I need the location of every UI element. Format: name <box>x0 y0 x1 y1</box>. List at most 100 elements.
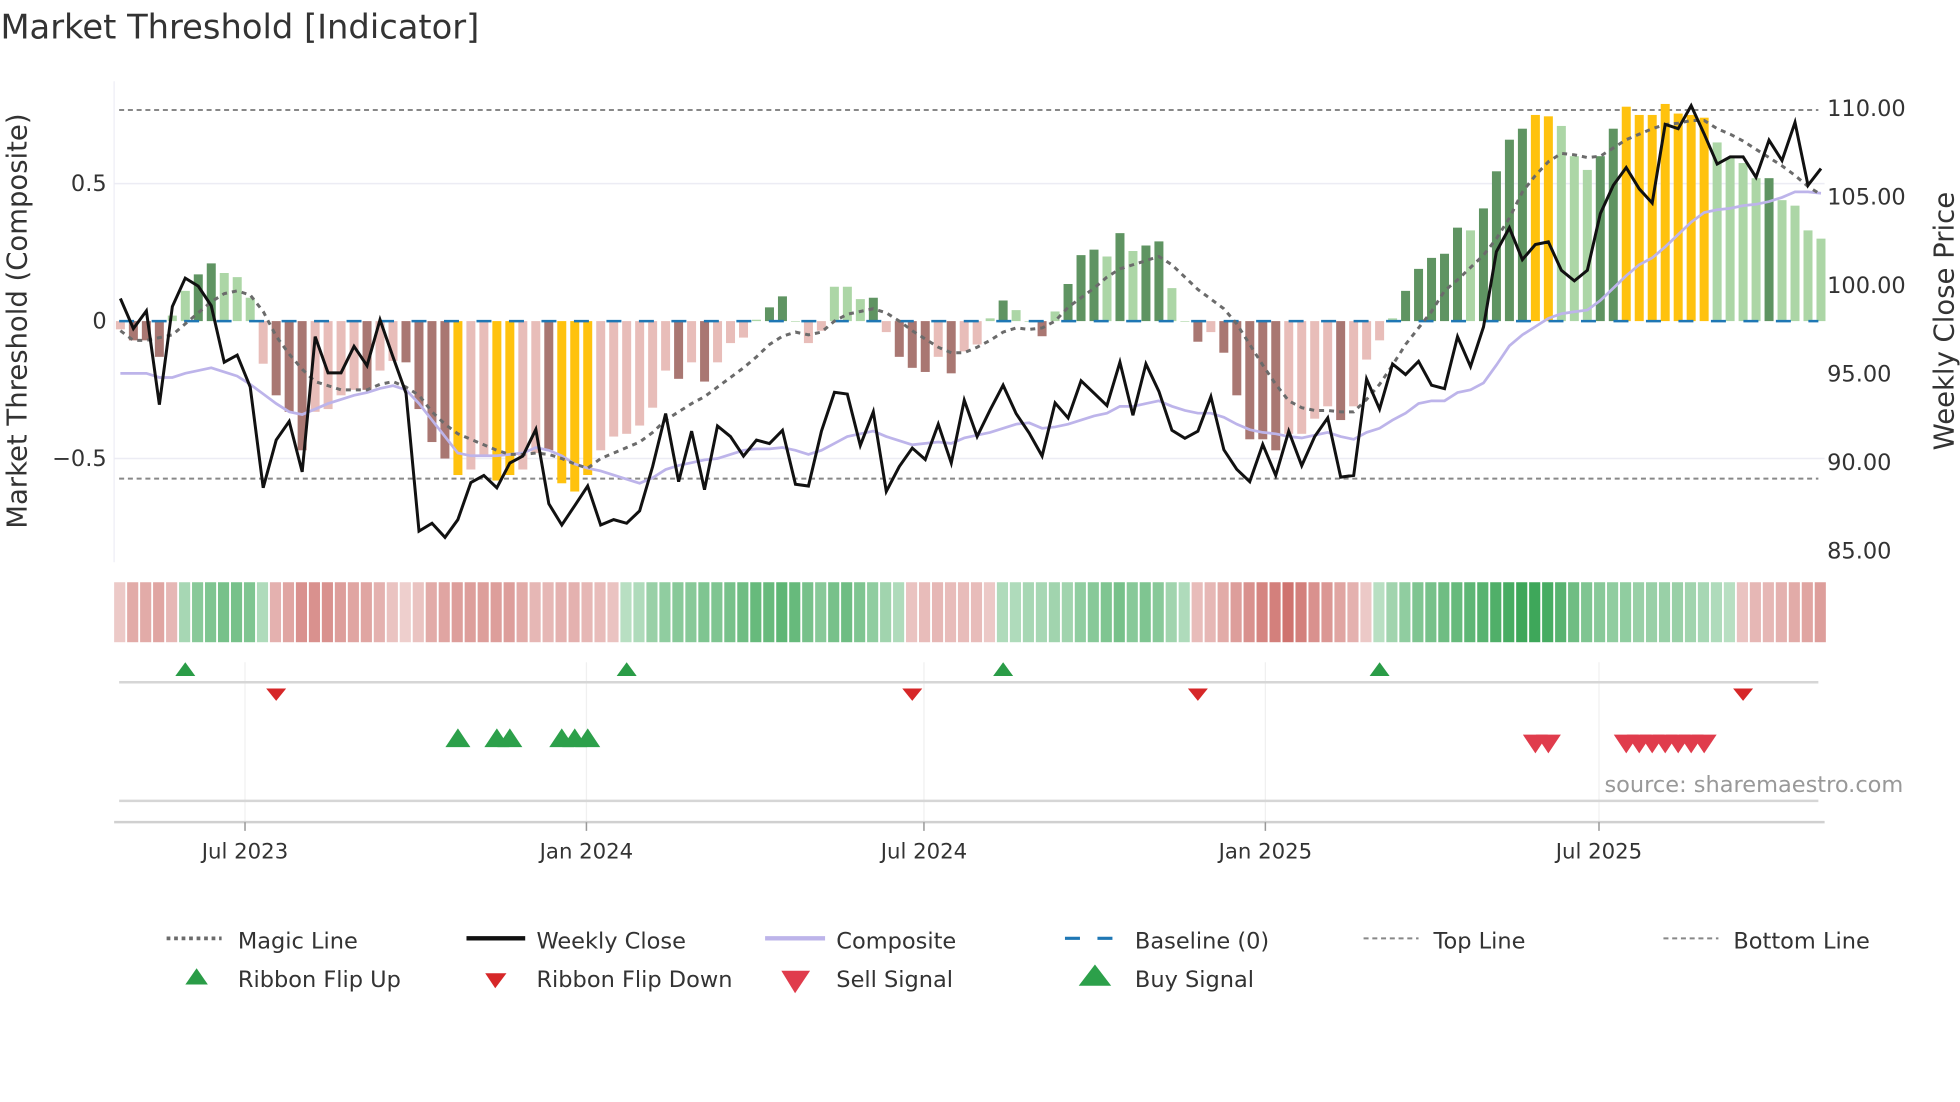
composite-bar <box>1115 233 1125 322</box>
composite-bar <box>1414 268 1424 322</box>
ribbon-cell <box>802 582 814 643</box>
ribbon-cell <box>1074 582 1086 643</box>
ribbon-flip-up-marker <box>993 662 1014 676</box>
ribbon-cell <box>153 582 165 643</box>
triangle-down-icon <box>781 970 811 994</box>
x-tick-label: Jul 2024 <box>879 839 967 864</box>
right-tick-label: 105.00 <box>1827 185 1906 211</box>
ribbon-cell <box>490 582 502 643</box>
ribbon-cell <box>685 582 697 643</box>
ribbon-cell <box>1477 582 1489 643</box>
ribbon-cell <box>1503 582 1515 643</box>
ribbon-cell <box>1126 582 1138 643</box>
composite-bar <box>1712 142 1722 322</box>
ribbon-cell <box>659 582 671 643</box>
ribbon-cell <box>217 582 230 643</box>
ribbon-cell <box>672 582 684 643</box>
ribbon-cell <box>594 582 606 643</box>
legend-item-sell-signal[interactable]: Sell Signal <box>781 967 953 994</box>
ribbon-cell <box>230 582 243 643</box>
ribbon-cell <box>295 582 308 643</box>
ribbon-cell <box>1542 582 1554 643</box>
composite-bar <box>609 321 619 437</box>
legend-item-buy-signal[interactable]: Buy Signal <box>1078 964 1254 993</box>
composite-bar <box>1375 321 1385 341</box>
ribbon-cell <box>1139 582 1151 643</box>
legend-item-ribbon-flip-up[interactable]: Ribbon Flip Up <box>185 967 401 993</box>
right-axis-title: Weekly Close Price <box>1928 192 1960 450</box>
ribbon-cell <box>1425 582 1437 643</box>
ribbon-cell <box>789 582 801 643</box>
composite-bar <box>1011 310 1021 322</box>
composite-bar <box>1258 321 1268 440</box>
composite-bar <box>1790 205 1800 322</box>
gridlines <box>114 109 1825 480</box>
legend-item-baseline[interactable]: Baseline (0) <box>1064 928 1269 954</box>
composite-bar <box>713 321 723 363</box>
buy-signal-marker <box>445 728 471 748</box>
ribbon-cell <box>750 582 762 643</box>
legend-item-top-line[interactable]: Top Line <box>1363 928 1526 954</box>
composite-bar <box>959 321 969 352</box>
triangle-up-icon <box>1078 964 1112 986</box>
ribbon-cell <box>607 582 619 643</box>
composite-bar <box>726 321 736 344</box>
ribbon-cell <box>1788 582 1800 643</box>
composite-bar <box>401 321 411 363</box>
x-axis-ticks: Jul 2023 Jan 2024 Jul 2024 Jan 2025 Jul 2025 <box>200 822 1642 864</box>
composite-bar <box>1193 321 1203 342</box>
ribbon-cell <box>1645 582 1658 643</box>
composite-bar <box>1543 116 1553 322</box>
ribbon-cell <box>737 582 749 643</box>
composite-bar <box>1673 113 1683 322</box>
ribbon-cell <box>1568 582 1580 643</box>
ribbon-cell <box>1334 582 1346 643</box>
ribbon-cell <box>464 582 476 643</box>
ribbon-cell <box>542 582 554 643</box>
ribbon-cell <box>581 582 593 643</box>
ribbon-cell <box>334 582 346 643</box>
triangle-down-icon <box>485 973 507 989</box>
ribbon-cell <box>205 582 217 643</box>
right-tick-label: 90.00 <box>1827 450 1891 476</box>
composite-bar <box>764 307 774 322</box>
legend-item-weekly-close[interactable]: Weekly Close <box>466 928 686 954</box>
legend-label: Buy Signal <box>1135 967 1254 993</box>
composite-bar <box>193 274 203 322</box>
ribbon-flip-down-marker <box>902 688 923 701</box>
composite-bar <box>1751 178 1761 322</box>
ribbon-cell <box>1230 582 1242 643</box>
composite-bar <box>1349 321 1359 407</box>
ribbon-cell <box>1204 582 1216 643</box>
ribbon-cell <box>1632 582 1645 643</box>
composite-bar <box>648 321 658 408</box>
legend-item-bottom-line[interactable]: Bottom Line <box>1663 928 1870 954</box>
ribbon-cell <box>308 582 320 643</box>
trend-ribbon <box>114 582 1826 643</box>
composite-bar <box>219 273 229 322</box>
composite-bar <box>635 321 645 426</box>
ribbon-cell <box>854 582 866 643</box>
legend-item-ribbon-flip-down[interactable]: Ribbon Flip Down <box>485 967 732 993</box>
ribbon-cell <box>867 582 879 643</box>
ribbon-cell <box>1009 582 1021 643</box>
composite-bar <box>1517 128 1527 322</box>
composite-bar <box>466 321 476 470</box>
legend-item-composite[interactable]: Composite <box>765 928 956 954</box>
ribbon-cell <box>1620 582 1632 643</box>
ribbon-cell <box>1191 582 1203 643</box>
ribbon-cell <box>1801 582 1813 643</box>
ribbon-flip-up-marker <box>616 662 637 676</box>
ribbon-cell <box>1438 582 1450 643</box>
composite-bar <box>881 321 891 333</box>
ribbon-cell <box>243 582 256 643</box>
legend-item-magic-line[interactable]: Magic Line <box>166 928 358 954</box>
ribbon-cell <box>1684 582 1697 643</box>
ribbon-cell <box>1087 582 1099 643</box>
ribbon-flip-down-marker <box>1187 688 1208 701</box>
composite-bar <box>1167 288 1177 322</box>
composite-bar <box>803 321 813 344</box>
triangle-up-icon <box>185 968 208 985</box>
legend-label: Magic Line <box>238 928 358 954</box>
ribbon-cell <box>1282 582 1294 643</box>
